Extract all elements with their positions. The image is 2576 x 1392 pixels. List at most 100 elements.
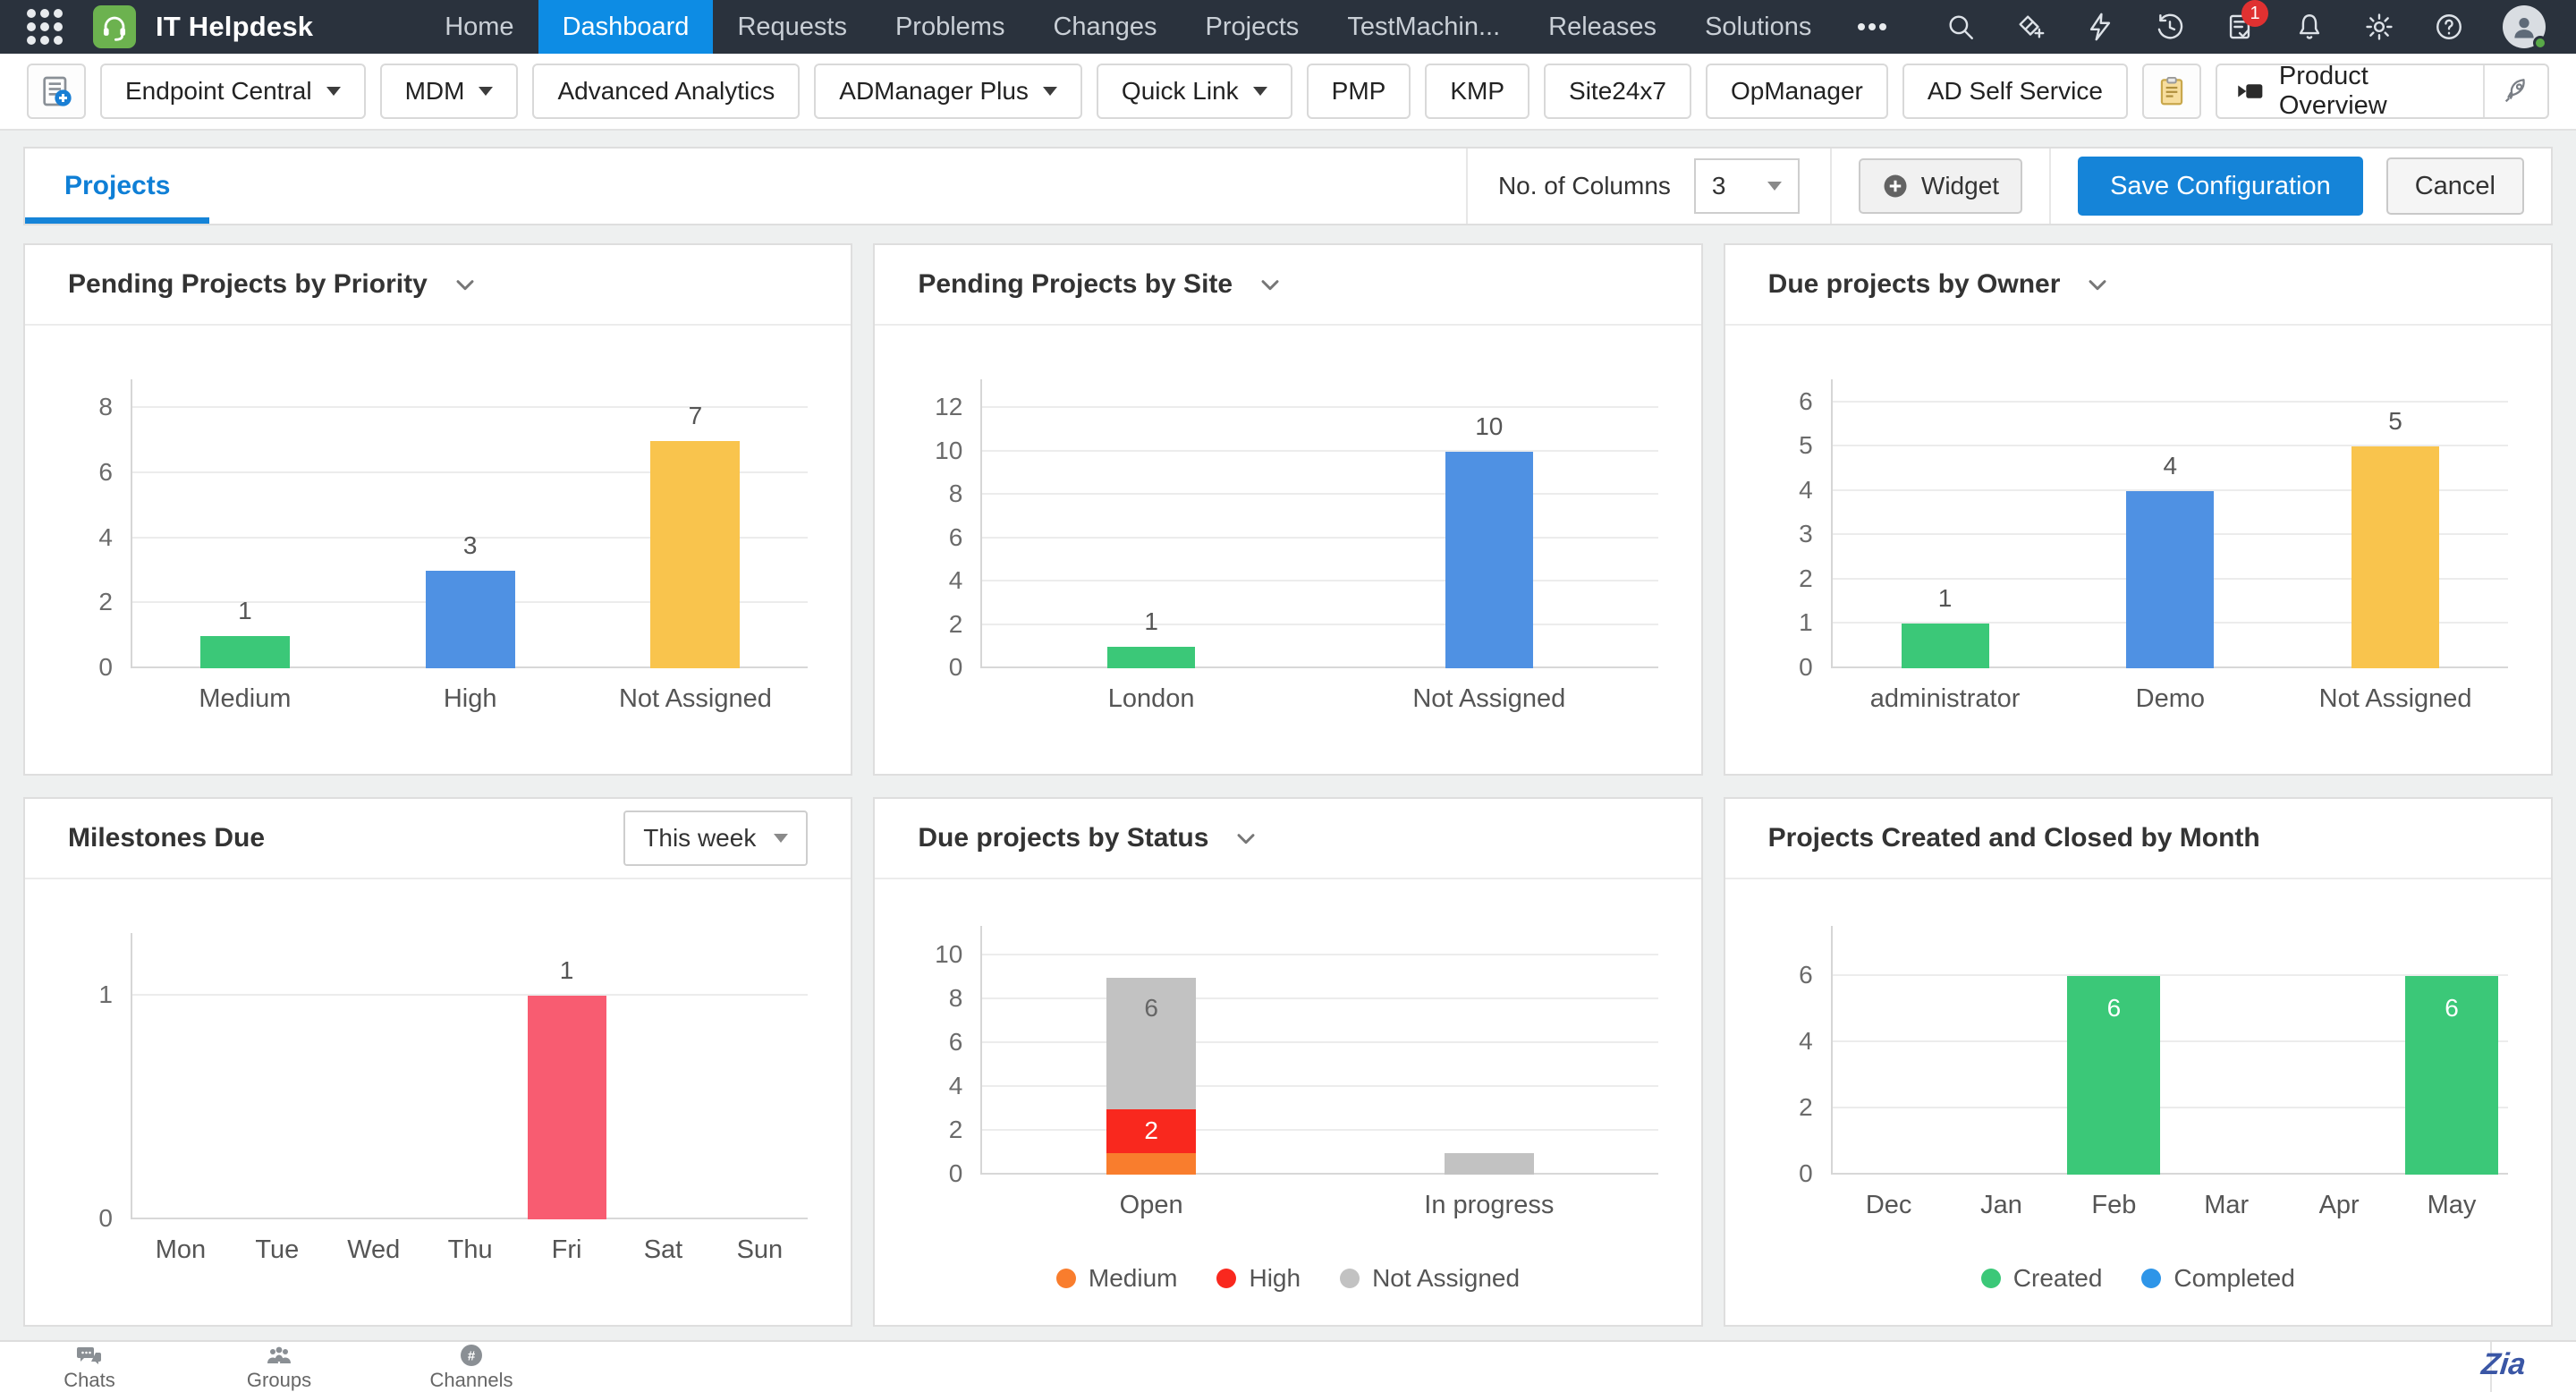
chart-body: 0 2 4 6 8 10 12 London 1 Not Assigned 10 — [875, 327, 1700, 774]
gridline — [132, 994, 809, 997]
profile-avatar[interactable] — [2503, 5, 2547, 50]
rocket-icon[interactable] — [2483, 65, 2547, 117]
toolbar-button-label: AD Self Service — [1927, 77, 2103, 105]
nav-item-requests[interactable]: Requests — [713, 0, 871, 54]
legend-dot — [2141, 1269, 2162, 1288]
product-overview-button[interactable]: Product Overview — [2215, 62, 2549, 120]
cancel-button[interactable]: Cancel — [2385, 157, 2524, 215]
toolbar-button-pmp[interactable]: PMP — [1306, 64, 1411, 119]
caret-down-icon — [326, 87, 341, 96]
search-icon[interactable] — [1945, 11, 1977, 43]
toolbar-button-site24x7[interactable]: Site24x7 — [1544, 64, 1691, 119]
chart-menu-chevron-icon[interactable] — [1256, 270, 1284, 299]
bar-not-assigned[interactable] — [1445, 451, 1533, 668]
save-configuration-button[interactable]: Save Configuration — [2078, 157, 2363, 216]
legend-label: Created — [2012, 1264, 2103, 1292]
bar-not-assigned[interactable] — [2351, 446, 2440, 668]
bar-not-assigned[interactable] — [650, 440, 741, 668]
chart-menu-chevron-icon[interactable] — [451, 270, 479, 299]
chart-menu-chevron-icon[interactable] — [1232, 824, 1260, 853]
toolbar-button-mdm[interactable]: MDM — [379, 64, 519, 119]
gridline — [982, 1129, 1658, 1132]
strip-controls: No. of Columns 3 Widget Save Configurati… — [1465, 149, 2551, 224]
nav-item-problems[interactable]: Problems — [871, 0, 1030, 54]
bar-segment-open-medium[interactable] — [1106, 1152, 1197, 1175]
y-tick-label: 8 — [98, 393, 113, 421]
nav-item-releases[interactable]: Releases — [1524, 0, 1681, 54]
nav-item-testmachin[interactable]: TestMachin... — [1323, 0, 1524, 54]
ticket-add-icon[interactable] — [2014, 11, 2046, 43]
bar-medium[interactable] — [199, 635, 290, 668]
bar-london[interactable] — [1107, 646, 1196, 668]
legend-item-not-assigned[interactable]: Not Assigned — [1340, 1264, 1520, 1293]
toolbar-button-advanced-analytics[interactable]: Advanced Analytics — [532, 64, 801, 119]
y-tick-label: 0 — [948, 653, 963, 681]
x-category-label: Not Assigned — [2318, 684, 2472, 713]
bar-fri[interactable] — [527, 996, 606, 1219]
x-category-label: In progress — [1424, 1191, 1555, 1219]
legend-item-medium[interactable]: Medium — [1055, 1264, 1177, 1293]
y-tick-label: 8 — [948, 480, 963, 508]
y-tick-label: 2 — [1799, 1092, 1813, 1121]
history-icon[interactable] — [2154, 11, 2186, 43]
flash-icon[interactable] — [2084, 11, 2116, 43]
chart-plot: 0 2 4 6 Dec Jan Feb 6 Mar Apr May 6 — [1799, 926, 2508, 1219]
footer-groups[interactable]: Groups — [216, 1344, 342, 1392]
gridline — [982, 536, 1658, 539]
footer-bar: Chats Groups # Channels Zia — [0, 1340, 2576, 1392]
y-tick-label: 4 — [1799, 1026, 1813, 1055]
y-tick-label: 0 — [1799, 1159, 1813, 1187]
clipboard-icon[interactable] — [2141, 64, 2201, 119]
nav-right-icons: 1 — [1945, 0, 2576, 54]
columns-select[interactable]: 3 — [1693, 158, 1800, 214]
gridline — [982, 493, 1658, 496]
nav-item-projects[interactable]: Projects — [1182, 0, 1324, 54]
columns-label: No. of Columns — [1497, 172, 1671, 199]
settings-icon[interactable] — [2363, 11, 2395, 43]
nav-item-home[interactable]: Home — [420, 0, 538, 54]
toolbar-button-quick-link[interactable]: Quick Link — [1096, 64, 1292, 119]
new-dashboard-icon[interactable] — [27, 64, 86, 119]
online-status-dot — [2533, 36, 2547, 50]
toolbar-button-label: Quick Link — [1121, 77, 1239, 105]
toolbar-button-ad-self-service[interactable]: AD Self Service — [1902, 64, 2128, 119]
nav-item-dashboard[interactable]: Dashboard — [538, 0, 714, 54]
helpdesk-logo-icon[interactable] — [93, 5, 136, 48]
bar-administrator[interactable] — [1901, 624, 1989, 668]
legend-item-high[interactable]: High — [1216, 1264, 1301, 1293]
toolbar-button-kmp[interactable]: KMP — [1425, 64, 1530, 119]
nav-item-solutions[interactable]: Solutions — [1681, 0, 1835, 54]
chart-title: Projects Created and Closed by Month — [1767, 823, 2260, 853]
app-grid-icon[interactable] — [27, 9, 63, 45]
bar-segment-in-progress-not-assigned[interactable] — [1444, 1152, 1534, 1175]
y-tick-label: 2 — [1799, 564, 1813, 592]
chart-panel-milestones-due: Milestones Due This week 0 1 Mon Tue Wed Thu Fri… — [23, 797, 853, 1327]
y-tick-label: 0 — [1799, 653, 1813, 681]
help-icon[interactable] — [2433, 11, 2465, 43]
chart-period-value: This week — [643, 824, 757, 852]
zia-logo[interactable]: Zia — [2453, 1347, 2555, 1382]
legend-item-completed[interactable]: Completed — [2141, 1264, 2295, 1293]
nav-item-changes[interactable]: Changes — [1029, 0, 1181, 54]
bar-demo[interactable] — [2126, 490, 2215, 668]
dashboard-tab-strip: Projects No. of Columns 3 Widget Save Co… — [23, 147, 2553, 225]
bar-high[interactable] — [425, 571, 515, 668]
chart-header: Due projects by Owner — [1724, 245, 2551, 326]
notifications-icon[interactable] — [2293, 11, 2326, 43]
nav-more-icon[interactable] — [1835, 0, 1909, 54]
tasks-icon[interactable]: 1 — [2224, 0, 2268, 43]
legend-item-created[interactable]: Created — [1980, 1264, 2103, 1293]
add-widget-button[interactable]: Widget — [1858, 158, 2023, 214]
toolbar-button-admanager-plus[interactable]: ADManager Plus — [814, 64, 1082, 119]
toolbar-button-endpoint-central[interactable]: Endpoint Central — [100, 64, 366, 119]
groups-label: Groups — [246, 1369, 312, 1391]
toolbar-button-label: Endpoint Central — [125, 77, 312, 105]
chart-period-select[interactable]: This week — [623, 811, 809, 866]
chart-menu-chevron-icon[interactable] — [2083, 270, 2112, 299]
chart-panel-pending-projects-by-priority: Pending Projects by Priority 0 2 4 6 8 Medium 1… — [23, 243, 853, 776]
chart-title: Due projects by Owner — [1767, 269, 2061, 299]
toolbar-button-opmanager[interactable]: OpManager — [1705, 64, 1888, 119]
footer-chats[interactable]: Chats — [27, 1344, 152, 1392]
tab-projects[interactable]: Projects — [25, 149, 210, 224]
footer-channels[interactable]: # Channels — [409, 1344, 534, 1392]
